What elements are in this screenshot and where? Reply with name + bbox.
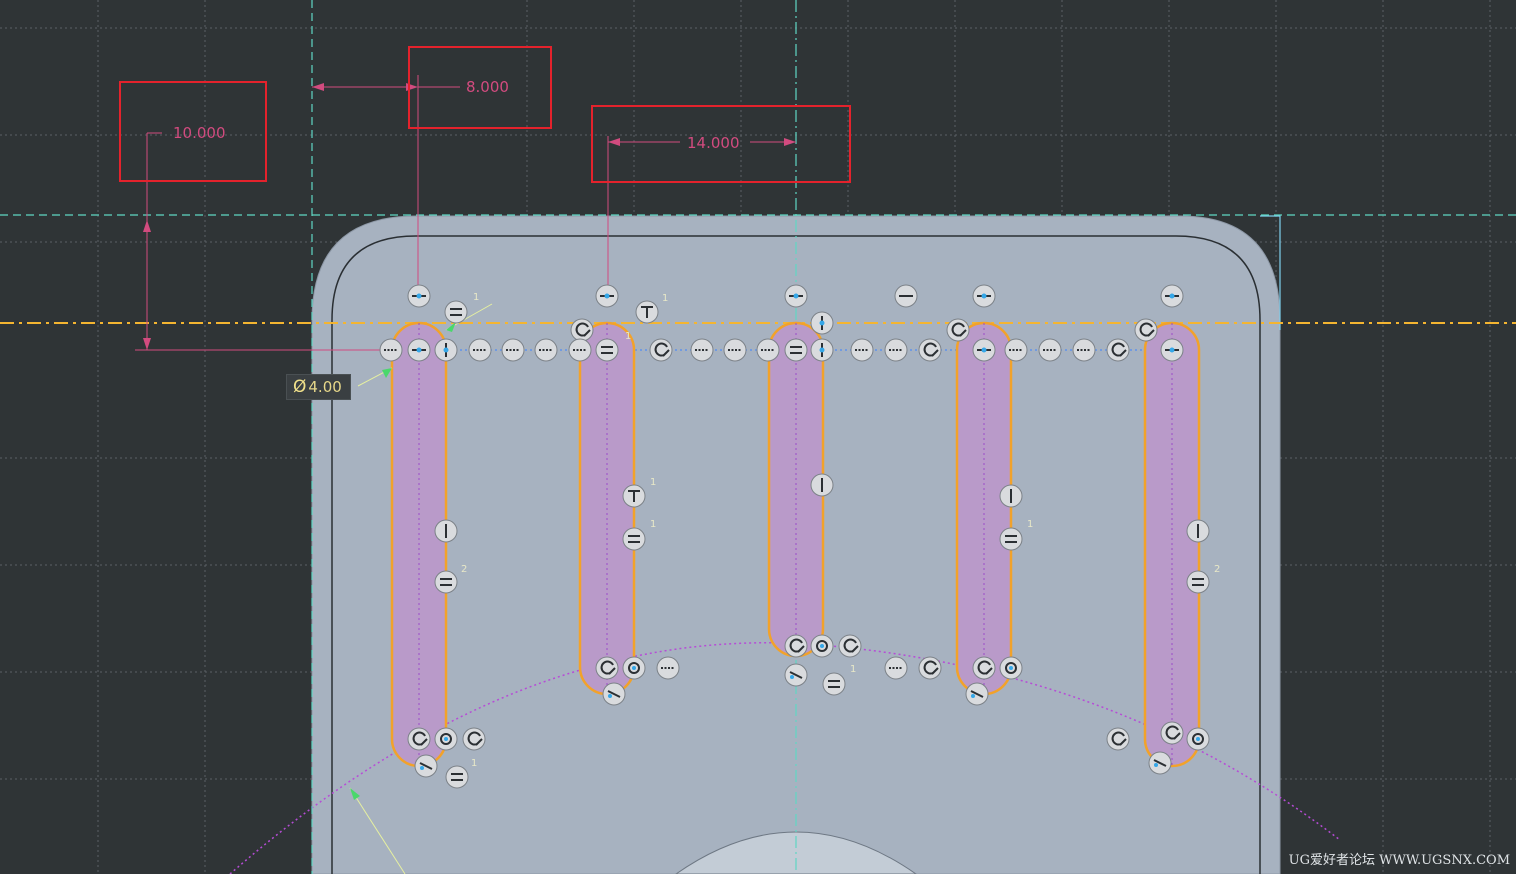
tangent-icon[interactable] bbox=[462, 727, 486, 751]
collinear-icon[interactable] bbox=[884, 338, 908, 362]
parallel-icon[interactable] bbox=[1148, 751, 1172, 775]
parallel-icon[interactable] bbox=[414, 754, 438, 778]
concentric-icon[interactable] bbox=[434, 727, 458, 751]
tangent-icon[interactable] bbox=[946, 318, 970, 342]
point-on-curve-icon[interactable] bbox=[810, 338, 834, 362]
point-on-curve-icon[interactable] bbox=[810, 311, 834, 335]
collinear-icon[interactable] bbox=[850, 338, 874, 362]
tangent-icon[interactable] bbox=[838, 634, 862, 658]
tangent-icon[interactable] bbox=[649, 338, 673, 362]
tangent-icon[interactable] bbox=[1160, 721, 1184, 745]
coincident-icon[interactable] bbox=[784, 284, 808, 308]
count-label: 1 bbox=[662, 293, 668, 304]
perpendicular-icon[interactable] bbox=[622, 484, 646, 508]
count-label: 2 bbox=[461, 564, 467, 575]
tangent-icon[interactable] bbox=[918, 338, 942, 362]
tangent-icon[interactable] bbox=[1134, 318, 1158, 342]
tangent-icon[interactable] bbox=[570, 318, 594, 342]
tangent-icon[interactable] bbox=[407, 727, 431, 751]
equal-icon[interactable] bbox=[784, 338, 808, 362]
collinear-icon[interactable] bbox=[656, 656, 680, 680]
collinear-icon[interactable] bbox=[1004, 338, 1028, 362]
coincident-icon[interactable] bbox=[1160, 284, 1184, 308]
equal-icon[interactable] bbox=[999, 527, 1023, 551]
collinear-icon[interactable] bbox=[1038, 338, 1062, 362]
collinear-icon[interactable] bbox=[690, 338, 714, 362]
count-label: 1 bbox=[650, 519, 656, 530]
point-on-curve-icon[interactable] bbox=[434, 338, 458, 362]
perpendicular-icon[interactable] bbox=[635, 300, 659, 324]
vertical-icon[interactable] bbox=[810, 473, 834, 497]
collinear-icon[interactable] bbox=[723, 338, 747, 362]
equal-icon[interactable] bbox=[622, 527, 646, 551]
equal-icon[interactable] bbox=[434, 570, 458, 594]
count-label: 1 bbox=[650, 477, 656, 488]
highlight-box-8 bbox=[408, 46, 552, 129]
tangent-icon[interactable] bbox=[1106, 727, 1130, 751]
concentric-icon[interactable] bbox=[999, 656, 1023, 680]
tangent-icon[interactable] bbox=[972, 656, 996, 680]
count-label: 1 bbox=[473, 292, 479, 303]
highlight-box-10 bbox=[119, 81, 267, 182]
horizontal-icon[interactable] bbox=[894, 284, 918, 308]
coincident-icon[interactable] bbox=[407, 284, 431, 308]
diameter-value: 4.00 bbox=[308, 378, 342, 396]
vertical-icon[interactable] bbox=[1186, 519, 1210, 543]
collinear-icon[interactable] bbox=[756, 338, 780, 362]
tangent-icon[interactable] bbox=[918, 656, 942, 680]
coincident-icon[interactable] bbox=[595, 284, 619, 308]
count-label: 2 bbox=[1214, 564, 1220, 575]
coincident-icon[interactable] bbox=[972, 338, 996, 362]
collinear-icon[interactable] bbox=[568, 338, 592, 362]
collinear-icon[interactable] bbox=[379, 338, 403, 362]
highlight-box-14 bbox=[591, 105, 851, 183]
collinear-icon[interactable] bbox=[884, 656, 908, 680]
count-label: 1 bbox=[850, 664, 856, 675]
tangent-icon[interactable] bbox=[784, 634, 808, 658]
concentric-icon[interactable] bbox=[622, 656, 646, 680]
parallel-icon[interactable] bbox=[784, 663, 808, 687]
collinear-icon[interactable] bbox=[1072, 338, 1096, 362]
watermark: UG爱好者论坛 WWW.UGSNX.COM bbox=[1288, 853, 1510, 868]
equal-icon[interactable] bbox=[595, 338, 619, 362]
vertical-icon[interactable] bbox=[999, 484, 1023, 508]
coincident-icon[interactable] bbox=[1160, 338, 1184, 362]
equal-icon[interactable] bbox=[444, 300, 468, 324]
count-label: 1 bbox=[471, 758, 477, 769]
collinear-icon[interactable] bbox=[501, 338, 525, 362]
coincident-icon[interactable] bbox=[407, 338, 431, 362]
parallel-icon[interactable] bbox=[965, 682, 989, 706]
tangent-icon[interactable] bbox=[595, 656, 619, 680]
diameter-dimension[interactable]: Ø 4.00 bbox=[286, 374, 351, 400]
count-label: 1 bbox=[625, 331, 631, 342]
equal-icon[interactable] bbox=[1186, 570, 1210, 594]
coincident-icon[interactable] bbox=[972, 284, 996, 308]
concentric-icon[interactable] bbox=[1186, 727, 1210, 751]
collinear-icon[interactable] bbox=[468, 338, 492, 362]
collinear-icon[interactable] bbox=[534, 338, 558, 362]
vertical-icon[interactable] bbox=[434, 519, 458, 543]
tangent-icon[interactable] bbox=[1106, 338, 1130, 362]
equal-icon[interactable] bbox=[822, 672, 846, 696]
concentric-icon[interactable] bbox=[810, 634, 834, 658]
equal-icon[interactable] bbox=[445, 765, 469, 789]
parallel-icon[interactable] bbox=[602, 682, 626, 706]
diameter-symbol: Ø bbox=[293, 377, 307, 397]
count-label: 1 bbox=[1027, 519, 1033, 530]
